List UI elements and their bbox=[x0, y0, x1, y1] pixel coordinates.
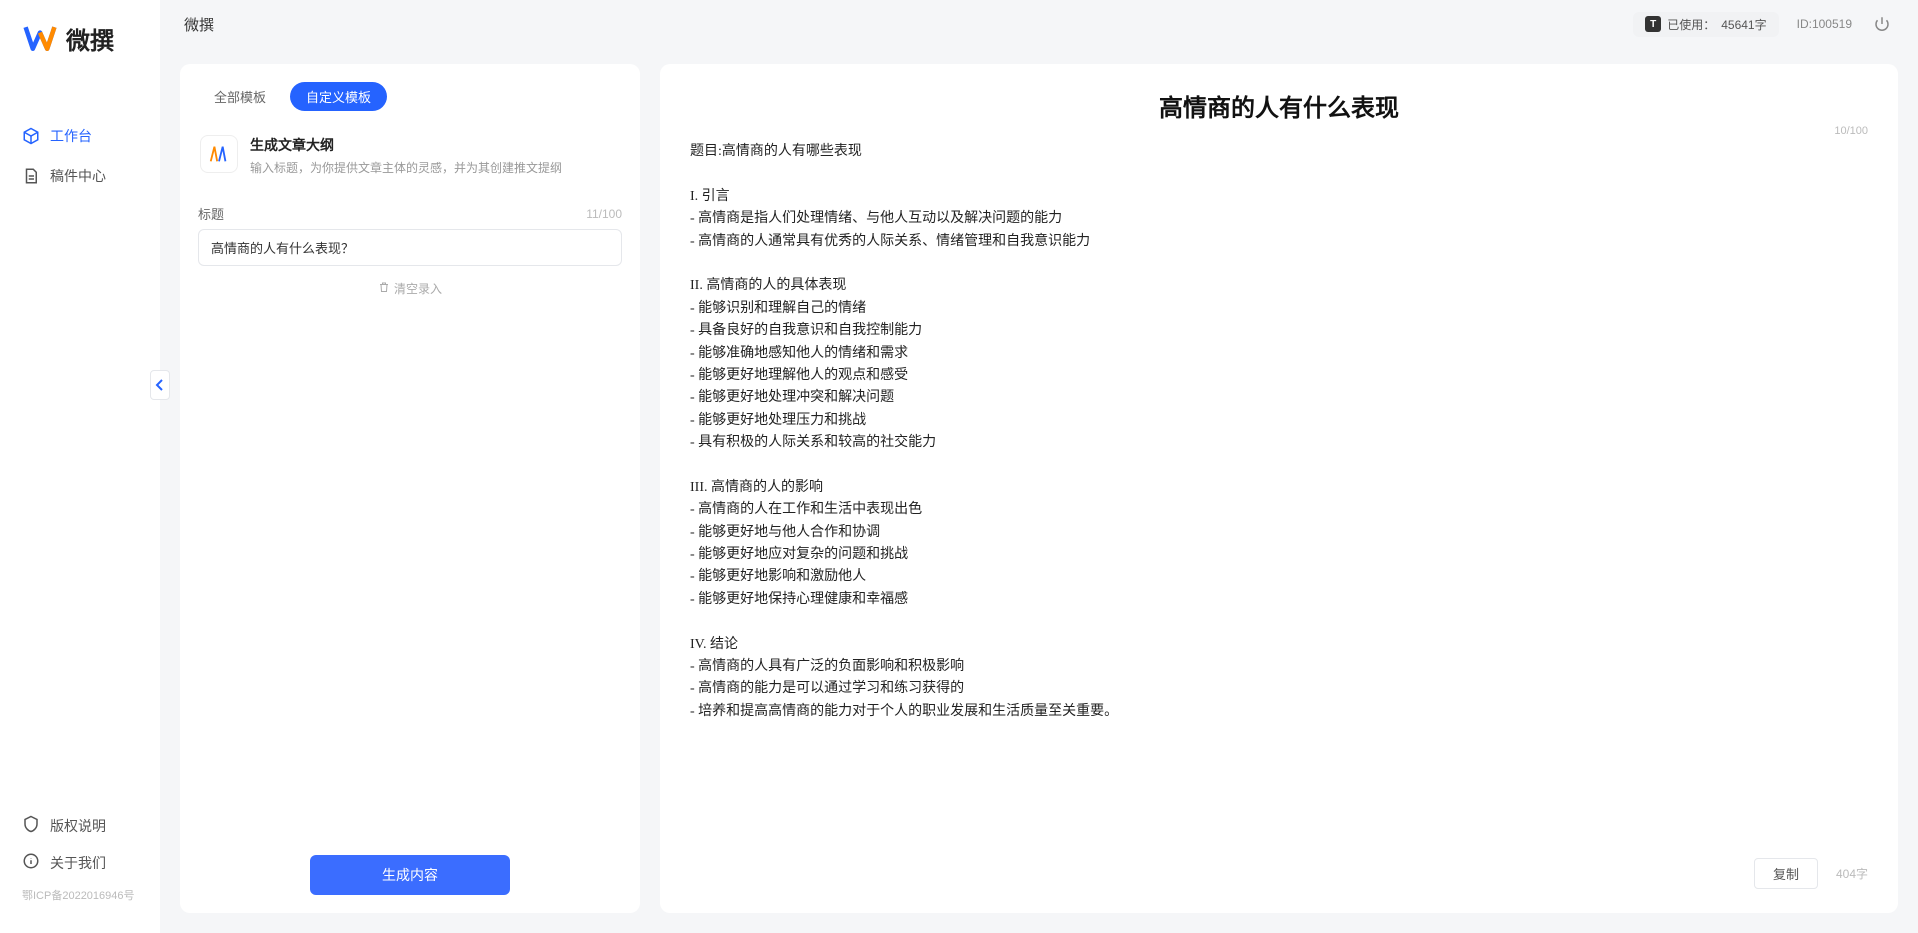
title-input[interactable] bbox=[198, 229, 622, 266]
usage-prefix: 已使用： bbox=[1667, 16, 1715, 33]
template-card: 生成文章大纲 输入标题，为你提供文章主体的灵感，并为其创建推文提纲 bbox=[198, 129, 622, 194]
clear-label: 清空录入 bbox=[394, 280, 442, 297]
template-desc: 输入标题，为你提供文章主体的灵感，并为其创建推文提纲 bbox=[250, 159, 562, 176]
usage-value: 45641字 bbox=[1721, 16, 1766, 33]
page-title: 微撰 bbox=[184, 14, 214, 35]
template-tabs: 全部模板 自定义模板 bbox=[198, 82, 622, 111]
footer-link-label: 版权说明 bbox=[50, 816, 106, 836]
icp-text: 鄂ICP备2022016946号 bbox=[0, 881, 160, 903]
tab-custom-templates[interactable]: 自定义模板 bbox=[290, 82, 387, 111]
user-id: ID:100519 bbox=[1797, 17, 1852, 31]
logo-text: 微撰 bbox=[66, 21, 114, 56]
sidebar-collapse-button[interactable] bbox=[150, 370, 170, 400]
output-title-count: 10/100 bbox=[1834, 125, 1868, 137]
sidebar-item-label: 稿件中心 bbox=[50, 166, 106, 186]
shield-icon bbox=[22, 815, 40, 836]
doc-icon bbox=[22, 167, 40, 185]
output-word-count: 404字 bbox=[1836, 865, 1868, 882]
logo: 微撰 bbox=[0, 20, 160, 86]
sidebar-item-label: 工作台 bbox=[50, 126, 92, 146]
template-icon bbox=[200, 135, 238, 173]
copy-button[interactable]: 复制 bbox=[1754, 858, 1818, 889]
tab-all-templates[interactable]: 全部模板 bbox=[198, 82, 282, 111]
text-count-icon: T bbox=[1645, 16, 1661, 32]
sidebar-item-drafts[interactable]: 稿件中心 bbox=[0, 156, 160, 196]
output-body[interactable]: 题目:高情商的人有哪些表现 I. 引言 - 高情商是指人们处理情绪、与他人互动以… bbox=[690, 141, 1868, 846]
sidebar-nav: 工作台 稿件中心 bbox=[0, 86, 160, 807]
trash-icon bbox=[378, 281, 390, 296]
logo-icon bbox=[22, 20, 58, 56]
output-panel: 高情商的人有什么表现 10/100 题目:高情商的人有哪些表现 I. 引言 - … bbox=[660, 64, 1898, 913]
output-title: 高情商的人有什么表现 bbox=[690, 88, 1868, 123]
field-label-title: 标题 bbox=[198, 204, 224, 223]
field-char-count: 11/100 bbox=[586, 207, 622, 221]
sidebar-about-link[interactable]: 关于我们 bbox=[0, 844, 160, 881]
clear-input-button[interactable]: 清空录入 bbox=[198, 280, 622, 297]
sidebar-footer: 版权说明 关于我们 鄂ICP备2022016946号 bbox=[0, 807, 160, 913]
sidebar-copyright-link[interactable]: 版权说明 bbox=[0, 807, 160, 844]
sidebar-item-workspace[interactable]: 工作台 bbox=[0, 116, 160, 156]
logout-button[interactable] bbox=[1870, 12, 1894, 36]
info-icon bbox=[22, 852, 40, 873]
template-title: 生成文章大纲 bbox=[250, 135, 562, 155]
footer-link-label: 关于我们 bbox=[50, 853, 106, 873]
sidebar: 微撰 工作台 稿件中心 版权说明 bbox=[0, 0, 160, 933]
topbar: 微撰 T 已使用： 45641字 ID:100519 bbox=[160, 0, 1918, 48]
generate-button[interactable]: 生成内容 bbox=[310, 855, 510, 895]
usage-badge[interactable]: T 已使用： 45641字 bbox=[1633, 12, 1778, 37]
cube-icon bbox=[22, 127, 40, 145]
input-panel: 全部模板 自定义模板 生成文章大纲 输入标题，为你提供文章主体的灵感，并为其创建… bbox=[180, 64, 640, 913]
